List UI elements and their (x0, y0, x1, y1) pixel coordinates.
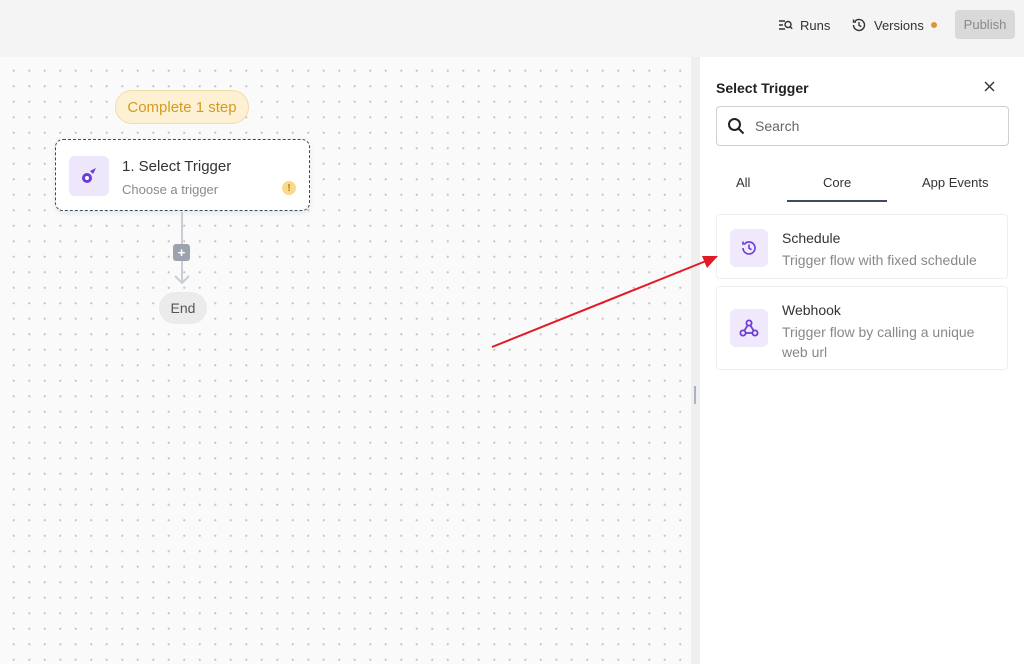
chevron-down-icon (174, 275, 190, 285)
trigger-description: Trigger flow with fixed schedule (782, 252, 977, 268)
search-input[interactable] (755, 118, 985, 134)
warning-icon: ! (282, 181, 296, 195)
clock-icon (730, 229, 768, 267)
status-pill: Complete 1 step (115, 90, 249, 124)
top-bar: Runs Versions Publish (0, 0, 1024, 52)
publish-button[interactable]: Publish (955, 10, 1015, 39)
trigger-option-schedule[interactable]: Schedule Trigger flow with fixed schedul… (716, 214, 1008, 279)
active-tab-indicator (787, 200, 887, 202)
tab-app-events[interactable]: App Events (922, 175, 989, 190)
webhook-icon (730, 309, 768, 347)
trigger-icon (69, 156, 109, 196)
runs-button[interactable]: Runs (778, 12, 830, 38)
unsaved-dot (930, 22, 937, 28)
trigger-option-webhook[interactable]: Webhook Trigger flow by calling a unique… (716, 286, 1008, 370)
versions-label: Versions (874, 17, 924, 33)
search-icon (728, 118, 745, 135)
tab-all[interactable]: All (736, 175, 750, 190)
trigger-name: Schedule (782, 230, 841, 246)
trigger-step-card[interactable]: 1. Select Trigger Choose a trigger ! (55, 139, 310, 211)
select-trigger-panel: Select Trigger All Core App Events Sched… (700, 57, 1024, 664)
search-field[interactable] (716, 106, 1009, 146)
add-step-button[interactable]: + (173, 244, 190, 261)
step-title: 1. Select Trigger (122, 158, 232, 175)
end-node: End (159, 292, 207, 324)
versions-button[interactable]: Versions (851, 12, 937, 38)
trigger-description: Trigger flow by calling a unique web url (782, 324, 975, 360)
trigger-name: Webhook (782, 302, 841, 318)
panel-divider (691, 57, 700, 664)
close-icon[interactable] (980, 77, 998, 95)
step-subtitle: Choose a trigger (122, 182, 219, 197)
tab-core[interactable]: Core (823, 175, 851, 190)
flow-canvas[interactable]: Complete 1 step 1. Select Trigger Choose… (0, 57, 691, 664)
list-search-icon (779, 20, 793, 30)
panel-title: Select Trigger (716, 80, 809, 96)
resize-handle[interactable] (694, 386, 696, 404)
history-icon (852, 18, 866, 32)
runs-label: Runs (800, 17, 831, 33)
